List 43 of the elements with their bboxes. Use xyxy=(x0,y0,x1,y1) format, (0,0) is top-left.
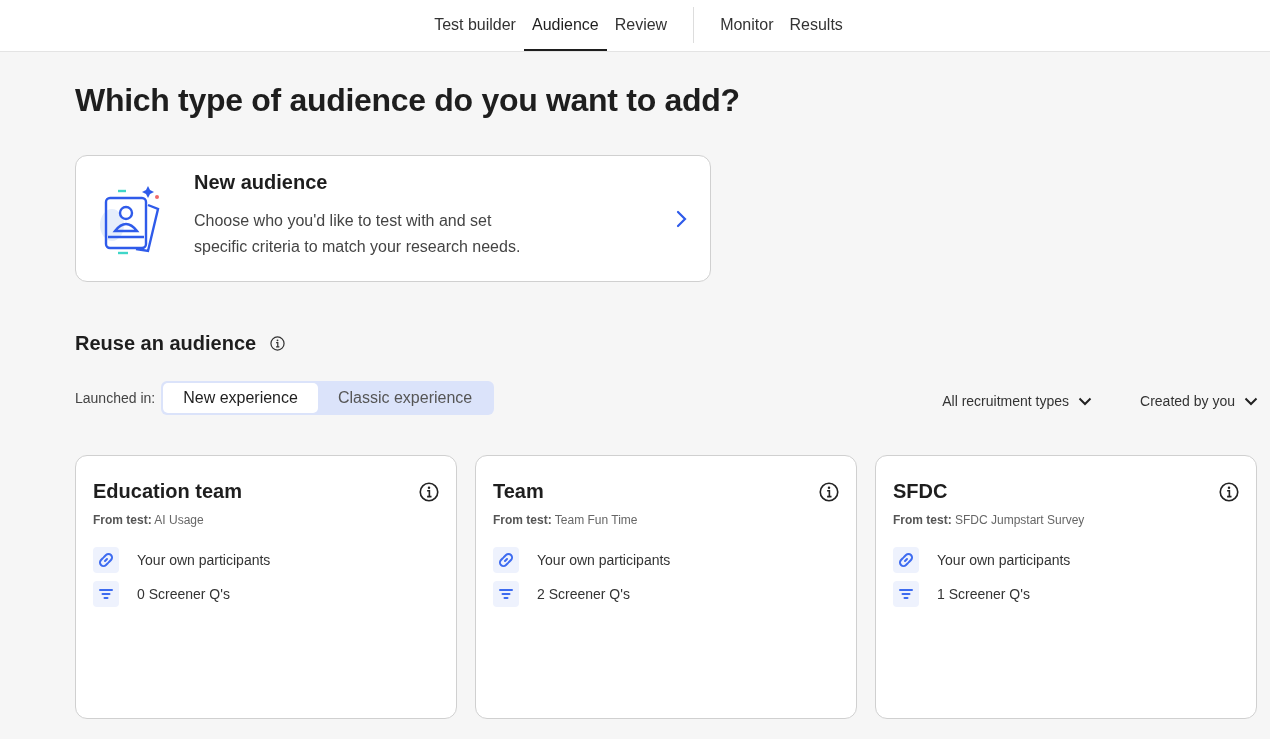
filter-icon xyxy=(93,581,119,607)
source-test: From test: SFDC Jumpstart Survey xyxy=(893,513,1086,527)
filter-icon xyxy=(893,581,919,607)
section-title: Reuse an audience xyxy=(75,332,257,355)
info-icon[interactable] xyxy=(270,336,286,351)
experience-option[interactable]: New experience xyxy=(163,383,318,413)
audience-card[interactable]: Team From test: Team Fun Time Your own participants 2 Screener Q's xyxy=(475,455,857,719)
feature-text: Your own participants xyxy=(937,552,1071,568)
feature-text: Your own participants xyxy=(137,552,271,568)
nav-tab[interactable]: Audience xyxy=(523,0,607,51)
new-audience-title: New audience xyxy=(194,171,329,194)
nav-tab[interactable]: Monitor xyxy=(712,0,782,51)
feature-text: 2 Screener Q's xyxy=(537,586,630,602)
feature-text: 1 Screener Q's xyxy=(937,586,1030,602)
filter-icon xyxy=(493,581,519,607)
feature-text: Your own participants xyxy=(537,552,671,568)
feature-text: 0 Screener Q's xyxy=(137,586,230,602)
audience-title: Team xyxy=(493,480,544,503)
filter-dropdown[interactable]: Created by you xyxy=(1140,393,1258,409)
info-icon[interactable] xyxy=(419,481,439,502)
page-heading: Which type of audience do you want to add? xyxy=(75,82,741,119)
filter-dropdown[interactable]: All recruitment types xyxy=(942,393,1093,409)
new-audience-card[interactable]: New audience Choose who you'd like to test with and set specific criteria to match your research needs. xyxy=(75,155,711,282)
audience-card[interactable]: Education team From test: AI Usage Your own participants 0 Screener Q's xyxy=(75,455,457,719)
source-test: From test: Team Fun Time xyxy=(493,513,639,527)
audience-card[interactable]: SFDC From test: SFDC Jumpstart Survey Your own participants 1 Screener Q's xyxy=(875,455,1257,719)
link-icon xyxy=(893,547,919,573)
link-icon xyxy=(93,547,119,573)
info-icon[interactable] xyxy=(819,481,839,502)
chevron-down-icon xyxy=(1244,396,1258,406)
info-icon[interactable] xyxy=(1219,481,1239,502)
audience-title: Education team xyxy=(93,480,242,503)
audience-title: SFDC xyxy=(893,480,948,503)
nav-tab[interactable]: Results xyxy=(781,0,851,51)
chevron-right-icon xyxy=(676,209,688,228)
launched-in-label: Launched in: xyxy=(75,390,156,406)
nav-tab[interactable]: Review xyxy=(606,0,676,51)
link-icon xyxy=(493,547,519,573)
nav-tab[interactable]: Test builder xyxy=(426,0,524,51)
source-test: From test: AI Usage xyxy=(93,513,205,527)
new-audience-description: Choose who you'd like to test with and set specific criteria to match your research needs. xyxy=(194,211,522,257)
experience-option[interactable]: Classic experience xyxy=(317,383,493,413)
chevron-down-icon xyxy=(1078,396,1093,406)
